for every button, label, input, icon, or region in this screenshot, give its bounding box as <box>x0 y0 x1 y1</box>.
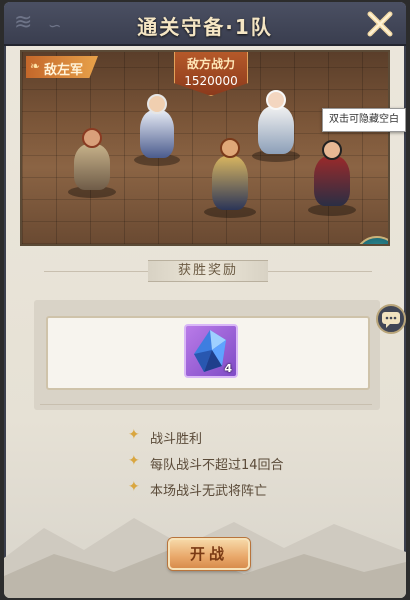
chat-button[interactable] <box>376 304 406 334</box>
enemy-power-label: 敌方战力 <box>186 57 235 71</box>
condition-item: ✦ 战斗胜利 <box>128 426 348 452</box>
close-button[interactable] <box>366 10 394 38</box>
switch-army-button[interactable]: 右军 切换 <box>354 236 390 246</box>
divider-line <box>268 271 372 272</box>
condition-item: ✦ 每队战斗不超过14回合 <box>128 452 348 478</box>
enemy-army-tag: ❧ 敌左军 <box>26 56 98 78</box>
stage-defense-dialog: ≋ ∽ 通关守备·1队 ❧ 敌左军 敌方战力 1520000 双击可隐藏空白 获… <box>4 2 406 598</box>
switch-army-label: 右军 <box>362 245 390 246</box>
rewards-section-title: 获胜奖励 <box>148 260 268 282</box>
diamond-star-icon: ✦ <box>128 427 140 443</box>
reward-item-count: 4 <box>224 362 232 375</box>
phoenix-icon: ❧ <box>30 59 41 73</box>
start-battle-button[interactable]: 开战 <box>168 538 250 570</box>
hint-tooltip: 双击可隐藏空白 <box>322 108 406 132</box>
dialog-header: ≋ ∽ 通关守备·1队 <box>4 2 406 46</box>
enemy-hero-figure[interactable] <box>62 122 122 202</box>
reward-item-slot[interactable]: 4 <box>184 324 238 378</box>
close-icon <box>367 11 393 37</box>
enemy-power-value: 1520000 <box>184 74 238 88</box>
divider-line <box>40 404 372 405</box>
enemy-army-label: 敌左军 <box>44 63 84 78</box>
enemy-hero-figure[interactable] <box>130 88 184 168</box>
rewards-panel: 4 <box>34 300 380 410</box>
diamond-star-icon: ✦ <box>128 453 140 469</box>
chat-icon <box>382 312 400 328</box>
rewards-section-header: 获胜奖励 <box>4 260 406 284</box>
enemy-hero-figure[interactable] <box>248 84 304 164</box>
condition-text: 战斗胜利 <box>150 432 203 447</box>
condition-text: 每队战斗不超过14回合 <box>150 458 284 473</box>
dialog-title: 通关守备·1队 <box>137 15 273 39</box>
enemy-power-banner: 敌方战力 1520000 <box>174 52 248 96</box>
rewards-list: 4 <box>46 316 370 390</box>
battle-preview-scene[interactable]: ❧ 敌左军 敌方战力 1520000 <box>20 50 390 246</box>
enemy-hero-figure[interactable] <box>302 134 362 218</box>
divider-line <box>44 271 148 272</box>
